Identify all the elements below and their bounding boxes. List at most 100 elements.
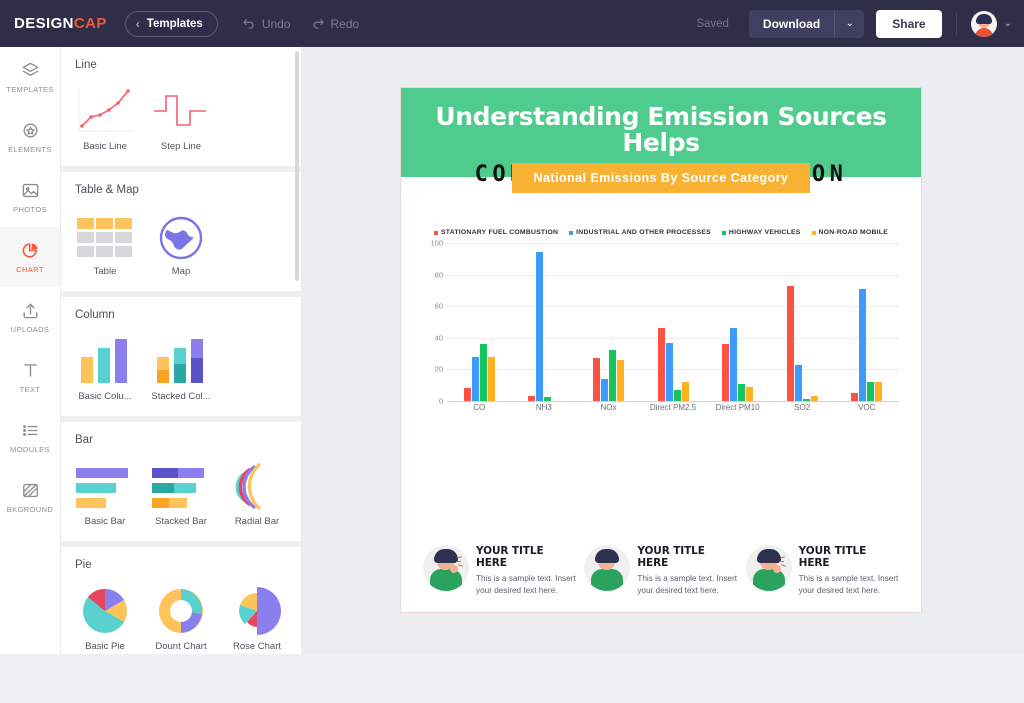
chart-type-table[interactable]: Table xyxy=(75,206,135,277)
bar[interactable] xyxy=(738,383,746,401)
bar[interactable] xyxy=(859,288,867,401)
x-axis-tick-label: Direct PM2.5 xyxy=(649,403,697,412)
info-card[interactable]: YOUR TITLE HERE This is a sample text. In… xyxy=(423,541,576,598)
chart-type-step-line[interactable]: Step Line xyxy=(151,81,211,152)
info-card-body[interactable]: This is a sample text. Insert your desir… xyxy=(799,573,899,598)
bar[interactable] xyxy=(544,397,552,401)
bar-chart[interactable]: STATIONARY FUEL COMBUSTION INDUSTRIAL AND… xyxy=(423,229,899,429)
bar[interactable] xyxy=(851,393,859,401)
bar[interactable] xyxy=(657,328,665,401)
chart-type-dount-chart[interactable]: Dount Chart xyxy=(151,581,211,652)
person-body xyxy=(591,568,624,591)
legend-item[interactable]: STATIONARY FUEL COMBUSTION xyxy=(434,229,558,236)
rail-item-text[interactable]: TEXT xyxy=(0,347,60,407)
x-axis-tick-label: Direct PM10 xyxy=(715,403,760,412)
chart-type-map[interactable]: Map xyxy=(151,206,211,277)
chart-type-label: Basic Line xyxy=(83,141,127,152)
rail-item-photos[interactable]: PHOTOS xyxy=(0,167,60,227)
person-hair xyxy=(756,548,781,563)
chart-type-label: Dount Chart xyxy=(155,641,207,652)
legend-label: NON-ROAD MOBILE xyxy=(818,229,888,236)
bar-group[interactable] xyxy=(576,243,641,401)
chart-type-radial-bar[interactable]: Radial Bar xyxy=(227,456,287,527)
chart-type-basic-pie[interactable]: Basic Pie xyxy=(75,581,135,652)
bar[interactable] xyxy=(867,382,875,401)
bar[interactable] xyxy=(471,356,479,401)
rail-item-elements[interactable]: ELEMENTS xyxy=(0,107,60,167)
bar[interactable] xyxy=(592,358,600,401)
poster-cards: YOUR TITLE HERE This is a sample text. In… xyxy=(423,541,899,598)
rail-item-chart[interactable]: CHART xyxy=(0,227,60,287)
design-canvas[interactable]: Understanding Emission Sources Helps CO N… xyxy=(401,88,921,612)
rail-item-templates[interactable]: TEMPLATES xyxy=(0,47,60,107)
bar[interactable] xyxy=(794,364,802,401)
bar[interactable] xyxy=(608,350,616,401)
chart-type-stacked-bar[interactable]: Stacked Bar xyxy=(151,456,211,527)
chart-y-axis: 0 20 40 60 80 100 xyxy=(423,239,445,406)
pie-chart-icon xyxy=(22,242,37,258)
account-menu-caret-icon[interactable]: ⌄ xyxy=(1004,18,1012,29)
bar[interactable] xyxy=(875,382,883,401)
bar-group[interactable] xyxy=(641,243,706,401)
bar[interactable] xyxy=(528,396,536,401)
bar[interactable] xyxy=(722,344,730,401)
templates-button[interactable]: ‹ Templates xyxy=(124,10,218,37)
bar[interactable] xyxy=(746,386,754,401)
info-card-title[interactable]: YOUR TITLE HERE xyxy=(637,545,737,569)
bar[interactable] xyxy=(810,396,818,401)
chart-group-pie: Pie Basic Pie Dount Chart Rose Chart xyxy=(61,547,301,654)
bar-group[interactable] xyxy=(705,243,770,401)
bar[interactable] xyxy=(786,285,794,401)
person-hair xyxy=(595,548,620,563)
chart-type-rose-chart[interactable]: Rose Chart xyxy=(227,581,287,652)
bar[interactable] xyxy=(479,344,487,401)
bar[interactable] xyxy=(463,388,471,401)
shapes-icon xyxy=(22,122,38,138)
undo-button[interactable]: Undo xyxy=(242,17,291,31)
bar-group[interactable] xyxy=(834,243,899,401)
info-card[interactable]: YOUR TITLE HERE This is a sample text. In… xyxy=(584,541,737,598)
legend-item[interactable]: NON-ROAD MOBILE xyxy=(811,229,888,236)
bar-group[interactable] xyxy=(770,243,835,401)
rail-item-uploads[interactable]: UPLOADS xyxy=(0,287,60,347)
share-button[interactable]: Share xyxy=(876,9,942,38)
chart-type-basic-line[interactable]: Basic Line xyxy=(75,81,135,152)
bar[interactable] xyxy=(681,382,689,401)
chart-type-stacked-col[interactable]: Stacked Col... xyxy=(151,331,211,402)
download-dropdown-caret-icon[interactable]: ⌄ xyxy=(834,9,864,38)
chart-type-preview xyxy=(151,81,211,135)
bar[interactable] xyxy=(665,342,673,401)
info-card-title[interactable]: YOUR TITLE HERE xyxy=(799,545,899,569)
bar[interactable] xyxy=(487,356,495,401)
app-logo: DESIGNCAP xyxy=(14,15,107,32)
legend-item[interactable]: HIGHWAY VEHICLES xyxy=(721,229,801,236)
avatar[interactable] xyxy=(970,10,997,37)
chart-type-preview xyxy=(151,456,211,510)
bar[interactable] xyxy=(802,399,810,401)
info-card-text: YOUR TITLE HERE This is a sample text. In… xyxy=(799,541,899,598)
info-card-title[interactable]: YOUR TITLE HERE xyxy=(476,545,576,569)
chart-type-label: Table xyxy=(93,266,117,277)
bar[interactable] xyxy=(673,389,681,401)
bar[interactable] xyxy=(730,328,738,401)
panel-scrollbar[interactable] xyxy=(295,51,299,281)
rail-item-bkground[interactable]: BKGROUND xyxy=(0,467,60,527)
info-card-body[interactable]: This is a sample text. Insert your desir… xyxy=(637,573,737,598)
redo-button[interactable]: Redo xyxy=(311,17,359,31)
bar[interactable] xyxy=(600,378,608,401)
info-card[interactable]: YOUR TITLE HERE This is a sample text. In… xyxy=(745,541,899,598)
chart-type-basic-bar[interactable]: Basic Bar xyxy=(75,456,135,527)
info-card-body[interactable]: This is a sample text. Insert your desir… xyxy=(476,573,576,598)
bar-group[interactable] xyxy=(447,243,512,401)
poster-subtitle-ribbon[interactable]: National Emissions By Source Category xyxy=(511,163,811,193)
bar[interactable] xyxy=(616,359,624,401)
chart-type-basic-colu[interactable]: Basic Colu... xyxy=(75,331,135,402)
download-button[interactable]: Download xyxy=(749,10,834,38)
bar[interactable] xyxy=(536,252,544,401)
legend-swatch xyxy=(569,230,574,235)
rail-item-modules[interactable]: MODULES xyxy=(0,407,60,467)
chart-group-title: Column xyxy=(75,309,115,321)
legend-item[interactable]: INDUSTRIAL AND OTHER PROCESSES xyxy=(569,229,711,236)
bar-group[interactable] xyxy=(512,243,577,401)
redo-icon xyxy=(312,18,324,29)
